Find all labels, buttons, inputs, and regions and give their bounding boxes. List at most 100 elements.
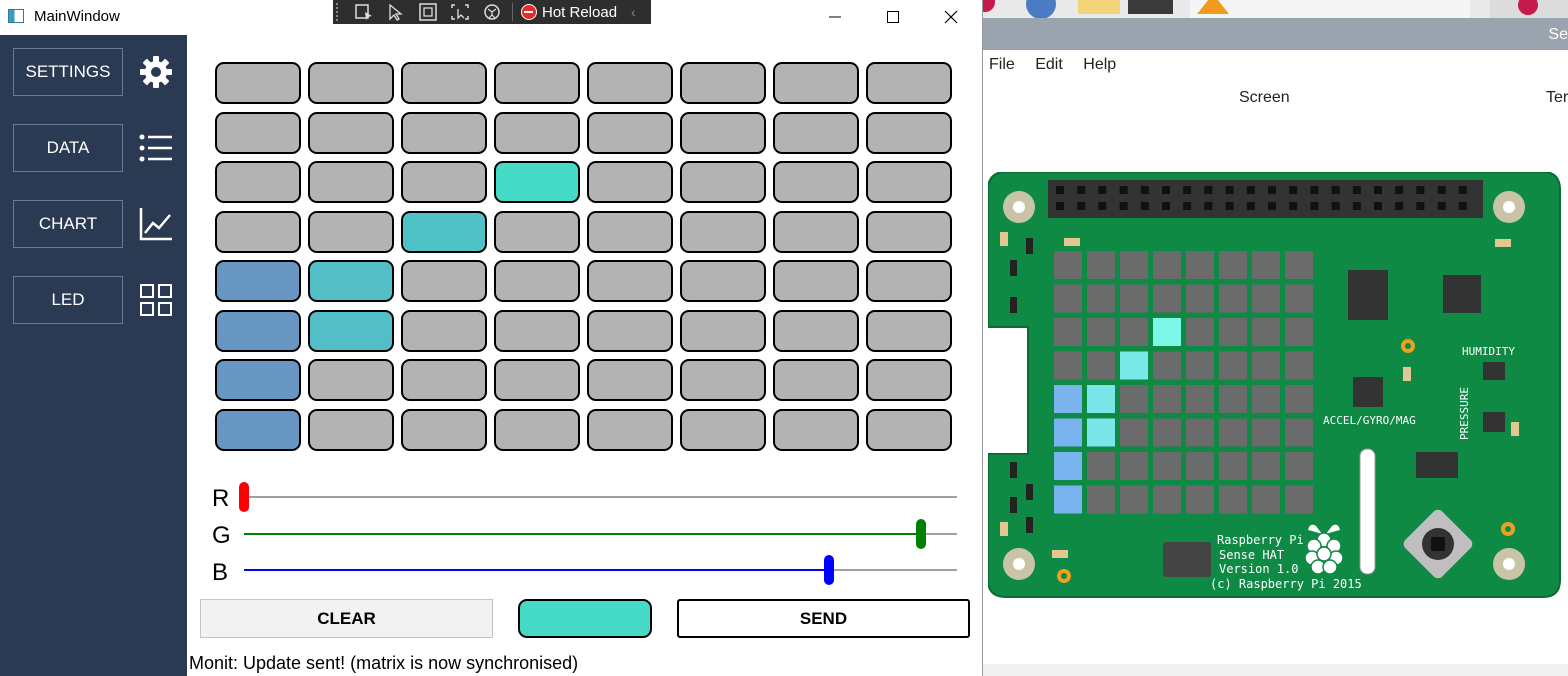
led-cell-r0-c1[interactable]: [308, 62, 394, 104]
led-cell-r2-c2[interactable]: [401, 161, 487, 203]
led-cell-r1-c3[interactable]: [494, 111, 580, 154]
blue-slider[interactable]: [244, 555, 957, 585]
led-cell-r6-c0[interactable]: [215, 359, 301, 401]
led-cell-r6-c4[interactable]: [587, 359, 673, 401]
send-button[interactable]: SEND: [677, 599, 970, 638]
minimize-button[interactable]: [812, 0, 858, 33]
led-cell-r5-c1[interactable]: [308, 309, 394, 352]
layout-adorners-button[interactable]: [416, 2, 440, 22]
toolbar-grip[interactable]: [336, 3, 344, 21]
led-cell-r3-c3[interactable]: [494, 210, 580, 253]
led-cell-r6-c2[interactable]: [401, 359, 487, 401]
led-cell-r0-c2[interactable]: [401, 62, 487, 104]
led-cell-r3-c4[interactable]: [587, 210, 673, 253]
led-cell-r3-c5[interactable]: [680, 210, 766, 253]
led-cell-r0-c7[interactable]: [866, 62, 952, 104]
led-cell-r2-c4[interactable]: [587, 161, 673, 203]
led-cell-r4-c0[interactable]: [215, 260, 301, 302]
red-slider[interactable]: [239, 482, 957, 512]
led-cell-r1-c4[interactable]: [587, 111, 673, 154]
collapse-toolbar-icon[interactable]: ‹: [631, 4, 636, 20]
color-preview-swatch[interactable]: [518, 599, 652, 638]
led-cell-r4-c4[interactable]: [587, 260, 673, 302]
led-cell-r1-c6[interactable]: [773, 111, 859, 154]
led-cell-r7-c2[interactable]: [401, 408, 487, 451]
track-focus-button[interactable]: [448, 2, 472, 22]
gpio-pin: [1204, 202, 1213, 210]
hot-reload-button[interactable]: Hot Reload: [521, 4, 617, 21]
led-cell-r6-c3[interactable]: [494, 359, 580, 401]
green-slider[interactable]: [244, 519, 957, 549]
led-cell-r1-c1[interactable]: [308, 111, 394, 154]
led-cell-r4-c2[interactable]: [401, 260, 487, 302]
led-cell-r7-c3[interactable]: [494, 408, 580, 451]
led-cell-r6-c5[interactable]: [680, 359, 766, 401]
accessibility-button[interactable]: [480, 2, 504, 22]
emulator-led-r5-c4: [1186, 418, 1214, 447]
led-cell-r5-c4[interactable]: [587, 309, 673, 352]
menu-help[interactable]: Help: [1083, 56, 1116, 73]
led-cell-r4-c3[interactable]: [494, 260, 580, 302]
led-cell-r3-c0[interactable]: [215, 210, 301, 253]
nav-led-button[interactable]: LED: [13, 276, 123, 324]
led-cell-r7-c7[interactable]: [866, 408, 952, 451]
led-cell-r7-c0[interactable]: [215, 408, 301, 451]
led-cell-r0-c4[interactable]: [587, 62, 673, 104]
cursor-button[interactable]: [384, 2, 408, 22]
chart-icon[interactable]: [138, 206, 174, 242]
menu-file[interactable]: File: [989, 56, 1015, 73]
led-cell-r0-c6[interactable]: [773, 62, 859, 104]
led-cell-r7-c5[interactable]: [680, 408, 766, 451]
led-cell-r1-c2[interactable]: [401, 111, 487, 154]
nav-data-button[interactable]: DATA: [13, 124, 123, 172]
led-cell-r7-c4[interactable]: [587, 408, 673, 451]
led-cell-r7-c1[interactable]: [308, 408, 394, 451]
gpio-pin: [1289, 202, 1298, 210]
led-cell-r7-c6[interactable]: [773, 408, 859, 451]
led-cell-r6-c7[interactable]: [866, 359, 952, 401]
led-cell-r5-c0[interactable]: [215, 309, 301, 352]
led-cell-r3-c2[interactable]: [401, 210, 487, 253]
close-button[interactable]: [928, 0, 974, 33]
led-cell-r5-c3[interactable]: [494, 309, 580, 352]
led-cell-r0-c5[interactable]: [680, 62, 766, 104]
led-cell-r4-c7[interactable]: [866, 260, 952, 302]
led-cell-r2-c7[interactable]: [866, 161, 952, 203]
led-cell-r5-c6[interactable]: [773, 309, 859, 352]
led-cell-r6-c6[interactable]: [773, 359, 859, 401]
led-cell-r4-c5[interactable]: [680, 260, 766, 302]
blue-slider-thumb[interactable]: [823, 555, 834, 585]
led-cell-r2-c0[interactable]: [215, 161, 301, 203]
led-cell-r2-c6[interactable]: [773, 161, 859, 203]
led-cell-r5-c5[interactable]: [680, 309, 766, 352]
led-cell-r3-c7[interactable]: [866, 210, 952, 253]
emulator-bottom-strip: [983, 664, 1568, 676]
menu-edit[interactable]: Edit: [1035, 56, 1063, 73]
led-cell-r3-c1[interactable]: [308, 210, 394, 253]
led-cell-r1-c5[interactable]: [680, 111, 766, 154]
led-cell-r2-c3[interactable]: [494, 161, 580, 203]
led-cell-r5-c2[interactable]: [401, 309, 487, 352]
led-cell-r2-c5[interactable]: [680, 161, 766, 203]
led-cell-r6-c1[interactable]: [308, 359, 394, 401]
list-icon[interactable]: [138, 130, 174, 166]
gear-icon[interactable]: [138, 54, 174, 90]
select-element-button[interactable]: [352, 2, 376, 22]
grid-icon[interactable]: [138, 282, 174, 318]
led-cell-r1-c0[interactable]: [215, 111, 301, 154]
maximize-button[interactable]: [870, 0, 916, 33]
led-cell-r2-c1[interactable]: [308, 161, 394, 203]
led-cell-r0-c0[interactable]: [215, 62, 301, 104]
nav-chart-button[interactable]: CHART: [13, 200, 123, 248]
led-cell-r0-c3[interactable]: [494, 62, 580, 104]
clear-button[interactable]: CLEAR: [200, 599, 493, 638]
led-cell-r1-c7[interactable]: [866, 111, 952, 154]
red-slider-thumb[interactable]: [239, 482, 249, 512]
green-slider-thumb[interactable]: [916, 519, 927, 549]
led-cell-r3-c6[interactable]: [773, 210, 859, 253]
led-cell-r5-c7[interactable]: [866, 309, 952, 352]
led-cell-r4-c6[interactable]: [773, 260, 859, 302]
emulator-led-r3-c0: [1054, 351, 1082, 380]
nav-settings-button[interactable]: SETTINGS: [13, 48, 123, 96]
led-cell-r4-c1[interactable]: [308, 260, 394, 302]
